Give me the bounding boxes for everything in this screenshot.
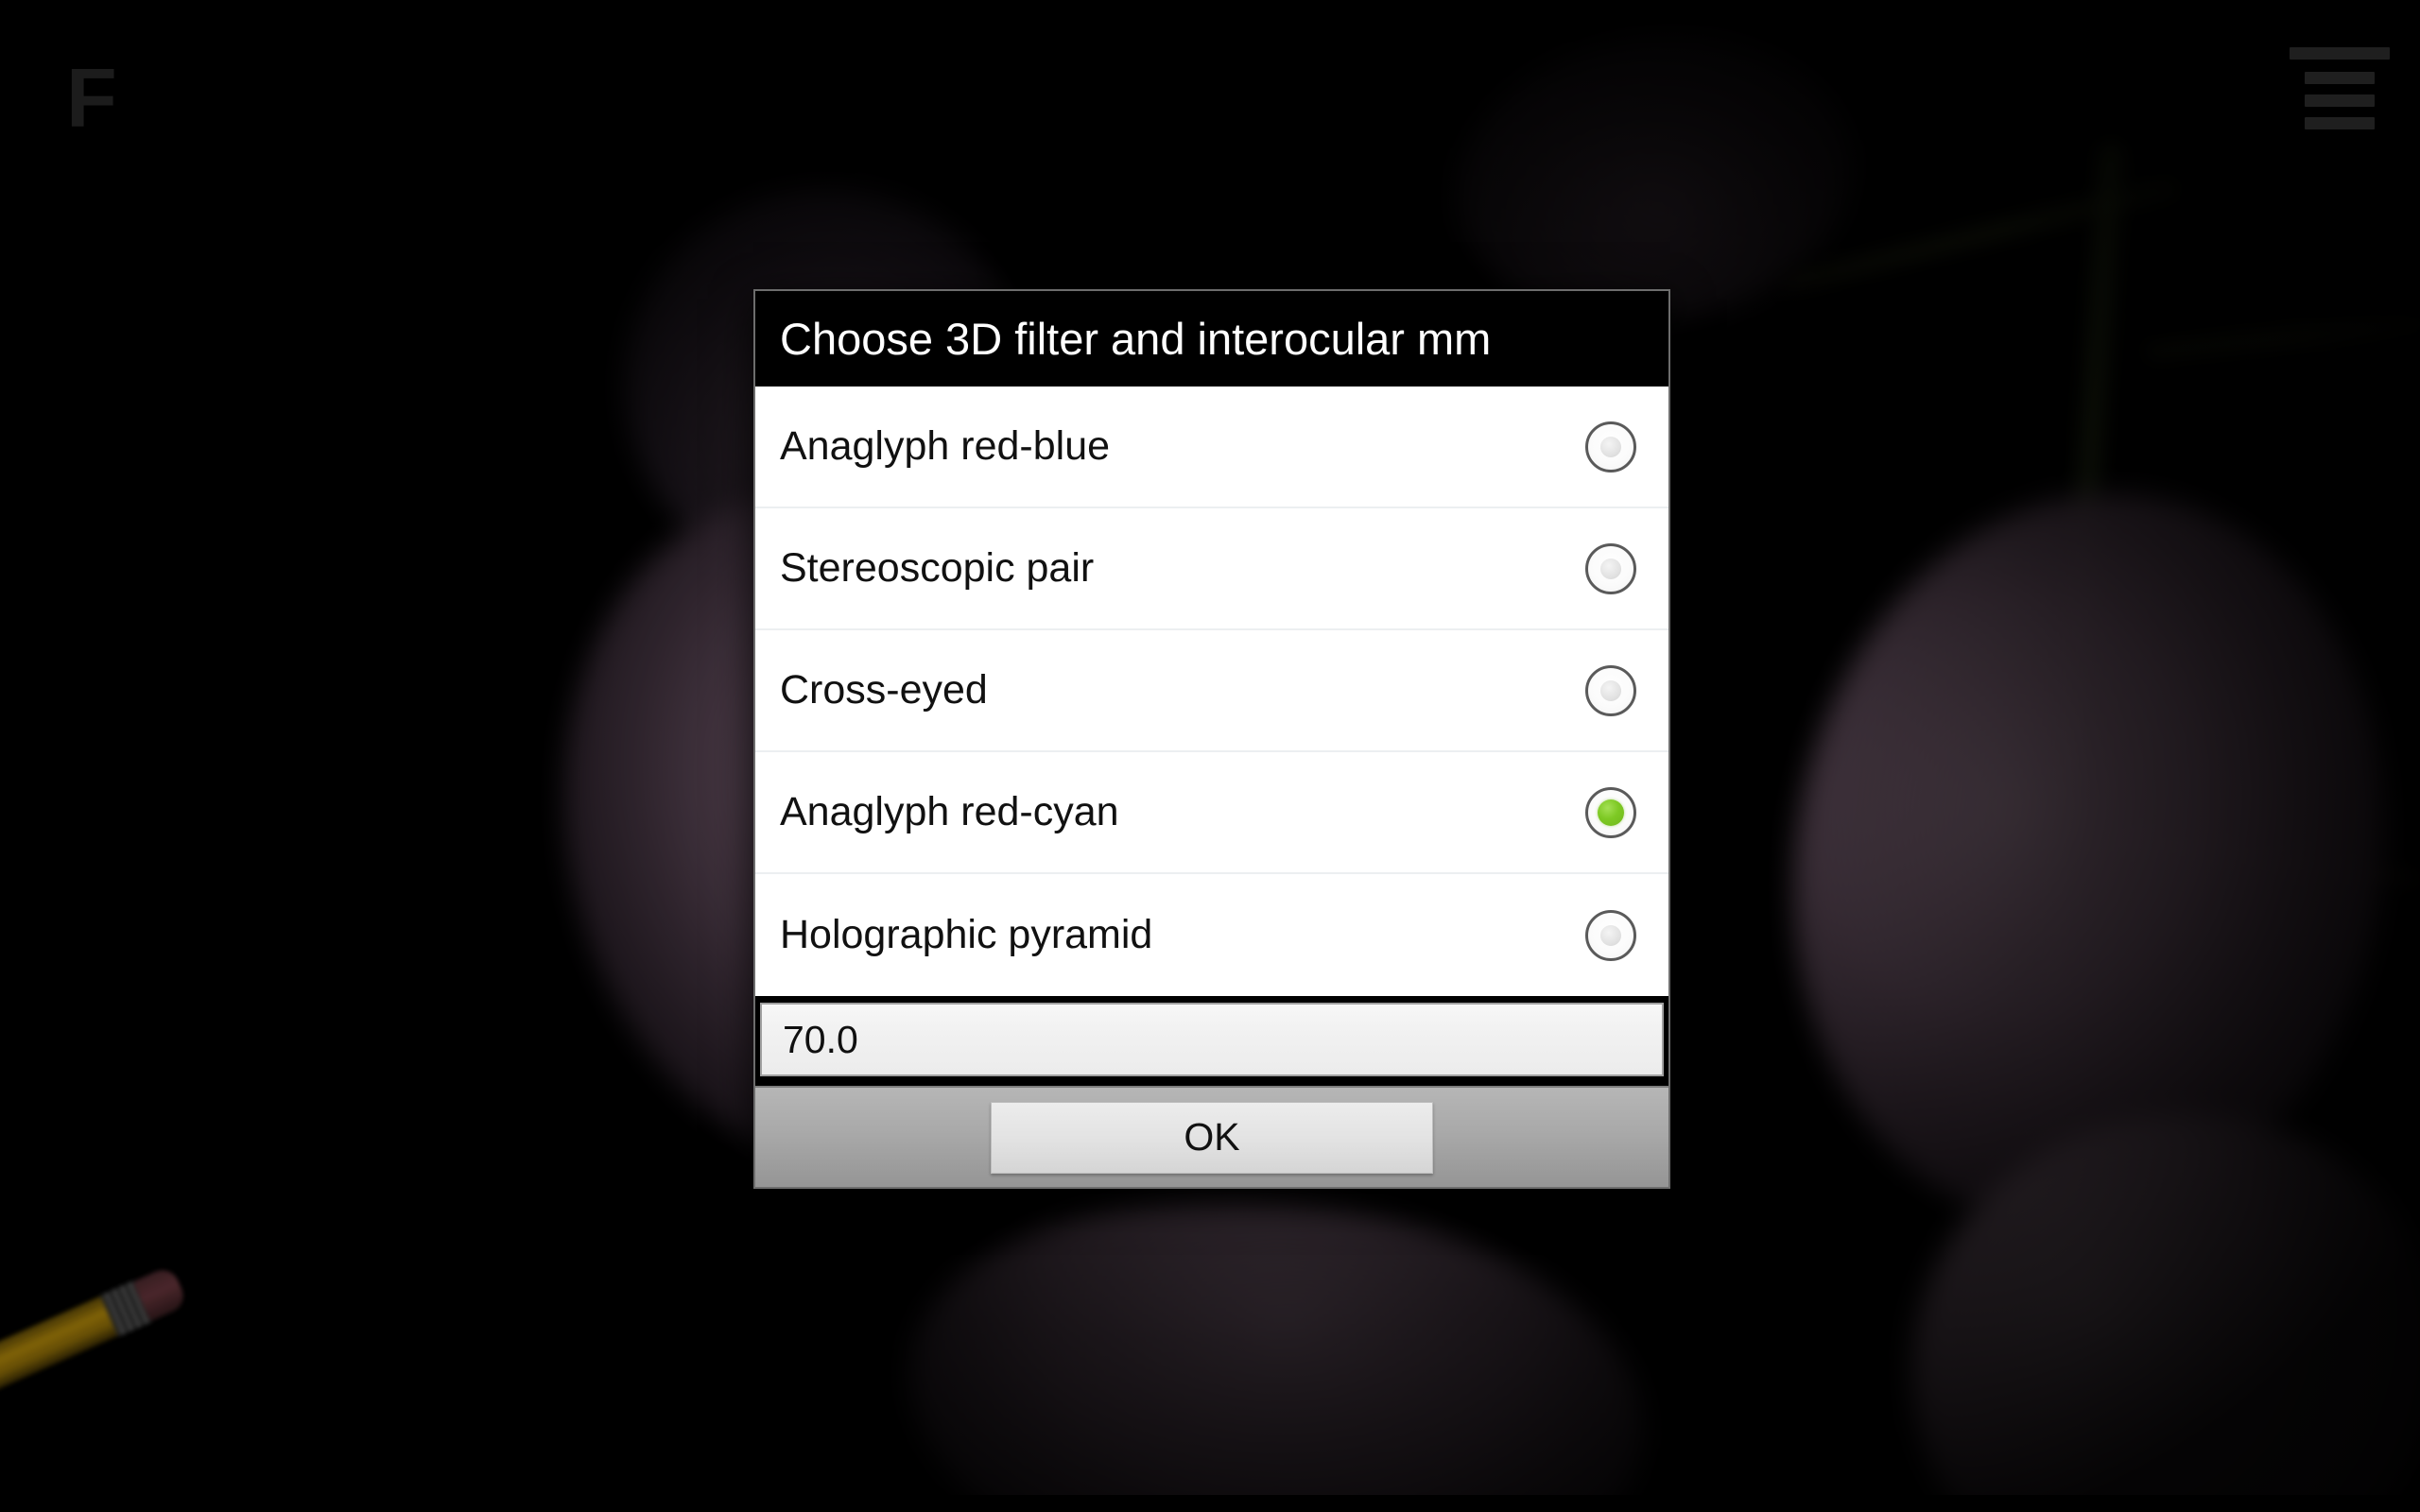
option-row-stereoscopic-pair[interactable]: Stereoscopic pair [755, 508, 1668, 631]
option-row-cross-eyed[interactable]: Cross-eyed [755, 630, 1668, 753]
radio-button-stereoscopic-pair[interactable] [1585, 542, 1636, 594]
dialog-title-bar: Choose 3D filter and interocular mm [755, 291, 1668, 387]
menu-bar [2305, 72, 2375, 84]
option-label: Anaglyph red-cyan [780, 789, 1119, 835]
radio-button-anaglyph-red-cyan[interactable] [1585, 786, 1636, 838]
hamburger-menu-icon[interactable] [2288, 30, 2392, 129]
option-row-holographic-pyramid[interactable]: Holographic pyramid [755, 874, 1668, 997]
interocular-mm-value: 70.0 [783, 1017, 858, 1061]
option-label: Stereoscopic pair [780, 545, 1095, 592]
radio-button-holographic-pyramid[interactable] [1585, 909, 1636, 961]
radio-button-cross-eyed[interactable] [1585, 664, 1636, 716]
interocular-input-container: 70.0 [755, 996, 1668, 1087]
letterbox-top [0, 0, 2420, 17]
letterbox-bottom [0, 1495, 2420, 1512]
option-row-anaglyph-red-blue[interactable]: Anaglyph red-blue [755, 387, 1668, 509]
radio-dot [1600, 679, 1621, 701]
ok-button[interactable]: OK [991, 1101, 1433, 1174]
radio-button-anaglyph-red-blue[interactable] [1585, 421, 1636, 472]
ok-button-label: OK [1184, 1115, 1240, 1160]
menu-bar [2290, 47, 2390, 60]
app-logo: F [66, 51, 117, 145]
menu-bar [2305, 117, 2375, 129]
option-label: Holographic pyramid [780, 912, 1153, 958]
radio-dot [1600, 436, 1621, 457]
option-row-anaglyph-red-cyan[interactable]: Anaglyph red-cyan [755, 752, 1668, 875]
choose-3d-filter-dialog: Choose 3D filter and interocular mm Anag… [753, 289, 1670, 1190]
filter-options-list: Anaglyph red-blue Stereoscopic pair Cros… [755, 387, 1668, 997]
menu-bar [2305, 94, 2375, 107]
option-label: Anaglyph red-blue [780, 423, 1111, 470]
radio-dot [1600, 924, 1621, 946]
radio-dot [1600, 558, 1621, 579]
dialog-button-bar: OK [755, 1086, 1668, 1188]
radio-dot-selected [1598, 799, 1624, 826]
dialog-title: Choose 3D filter and interocular mm [780, 314, 1492, 364]
interocular-mm-input[interactable]: 70.0 [760, 1003, 1664, 1077]
option-label: Cross-eyed [780, 667, 988, 713]
